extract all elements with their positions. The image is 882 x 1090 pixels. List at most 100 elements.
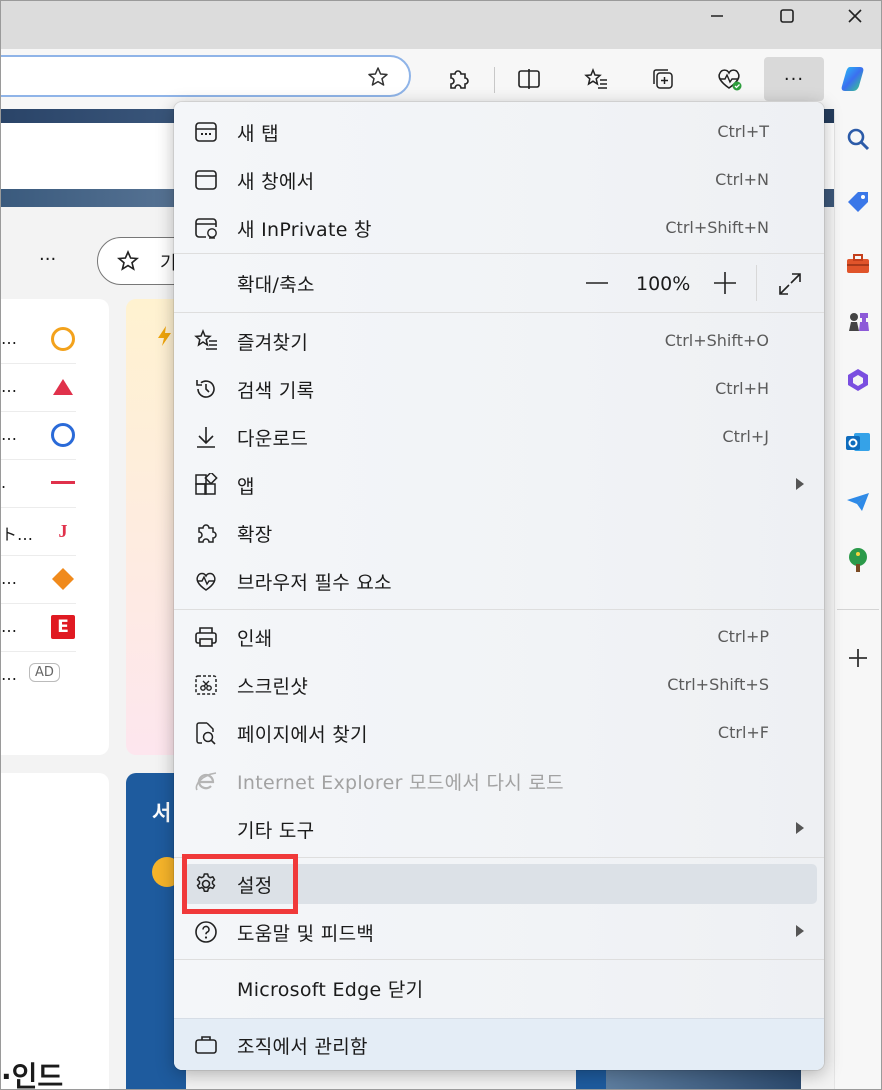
edge-sidebar <box>834 109 881 1089</box>
list-item[interactable]: … <box>1 555 76 604</box>
menu-item-find-on-page[interactable]: 페이지에서 찾기 Ctrl+F <box>174 709 824 757</box>
menu-item-screenshot[interactable]: 스크린샷 Ctrl+Shift+S <box>174 661 824 709</box>
menu-item-downloads[interactable]: 다운로드 Ctrl+J <box>174 413 824 461</box>
split-screen-button[interactable] <box>509 59 549 99</box>
toolbar-separator <box>494 67 495 93</box>
new-tab-icon <box>195 122 217 142</box>
sidebar-search[interactable] <box>845 126 871 152</box>
sidebar-games[interactable] <box>845 309 871 335</box>
menu-item-new-window[interactable]: 새 창에서 Ctrl+N <box>174 156 824 204</box>
browser-essentials-button[interactable] <box>709 59 749 99</box>
settings-and-more-button[interactable]: ··· <box>764 57 824 101</box>
zoom-in-button[interactable] <box>714 272 736 294</box>
menu-item-history[interactable]: 검색 기록 Ctrl+H <box>174 365 824 413</box>
maximize-icon <box>780 9 794 23</box>
browser-toolbar: ··· <box>1 49 881 109</box>
extensions-button[interactable] <box>438 59 478 99</box>
history-icon <box>196 380 215 398</box>
favorites-icon <box>194 329 217 350</box>
nav-more-button[interactable]: ··· <box>39 249 56 270</box>
sidebar-shopping[interactable] <box>845 189 871 215</box>
zoom-separator <box>756 265 757 301</box>
annotation-highlight-box <box>182 854 298 914</box>
sidebar-m365[interactable] <box>845 367 871 393</box>
sidebar-divider <box>837 609 879 610</box>
menu-divider <box>174 312 824 313</box>
list-item[interactable]: . <box>1 459 76 508</box>
menu-item-apps[interactable]: 앱 <box>174 461 824 509</box>
copilot-icon <box>841 67 864 91</box>
menu-item-help-feedback[interactable]: 도움말 및 피드백 <box>174 908 824 956</box>
zoom-out-button[interactable] <box>586 282 608 284</box>
new-window-icon <box>195 170 217 190</box>
menu-item-managed-by-org[interactable]: 조직에서 관리함 <box>174 1021 824 1069</box>
lightning-icon <box>158 326 171 346</box>
menu-item-favorites[interactable]: 즐겨찾기 Ctrl+Shift+O <box>174 317 824 365</box>
menu-item-print[interactable]: 인쇄 Ctrl+P <box>174 613 824 661</box>
close-icon <box>848 9 862 23</box>
menu-item-browser-essentials[interactable]: 브라우저 필수 요소 <box>174 557 824 605</box>
favorite-star-icon[interactable] <box>366 65 390 89</box>
help-icon <box>195 921 217 943</box>
ad-badge: AD <box>29 663 60 682</box>
briefcase-icon <box>195 1036 217 1054</box>
list-item[interactable]: … <box>1 411 76 460</box>
sidebar-tools[interactable] <box>845 251 871 277</box>
title-bar <box>1 1 881 49</box>
submenu-arrow-icon <box>796 478 804 490</box>
menu-item-extensions[interactable]: 확장 <box>174 509 824 557</box>
menu-item-close-edge[interactable]: Microsoft Edge 닫기 <box>174 964 824 1012</box>
favorites-icon <box>584 67 607 89</box>
list-item[interactable]: … <box>1 363 76 412</box>
article-card: ·인드 <box>1 773 109 1090</box>
menu-divider <box>174 253 824 254</box>
submenu-arrow-icon <box>796 925 804 937</box>
heartbeat-icon <box>718 69 742 91</box>
collections-button[interactable] <box>643 59 683 99</box>
sidebar-add[interactable] <box>845 645 871 671</box>
menu-item-more-tools[interactable]: 기타 도구 <box>174 805 824 853</box>
list-item[interactable]: … E <box>1 603 76 652</box>
brand-logo <box>51 327 75 351</box>
fullscreen-icon[interactable] <box>778 272 802 296</box>
brand-logo: E <box>51 615 75 639</box>
content-tile <box>576 1069 606 1089</box>
article-title-partial: ·인드 <box>1 1060 64 1090</box>
sidebar-send[interactable] <box>845 489 871 515</box>
find-icon <box>196 722 216 745</box>
maximize-button[interactable] <box>757 1 817 31</box>
sparkle-star-icon <box>116 249 140 271</box>
submenu-arrow-icon <box>796 822 804 834</box>
extensions-icon <box>198 524 217 543</box>
collections-icon <box>653 69 673 89</box>
minimize-button[interactable] <box>687 1 747 31</box>
brand-logo <box>51 423 75 447</box>
copilot-button[interactable] <box>836 59 876 99</box>
menu-item-new-tab[interactable]: 새 탭 Ctrl+T <box>174 108 824 156</box>
weather-title-partial: 서 <box>152 801 172 825</box>
minimize-icon <box>711 15 723 17</box>
chess-game-icon <box>849 313 869 331</box>
address-bar[interactable] <box>1 55 411 97</box>
apps-icon <box>195 473 218 495</box>
sidebar-outlook[interactable] <box>845 429 871 455</box>
search-icon <box>847 128 870 151</box>
menu-footer: 조직에서 관리함 <box>174 1018 824 1070</box>
zoom-level: 100% <box>636 273 691 295</box>
list-item[interactable]: ト… J <box>1 507 76 556</box>
menu-item-ie-mode: Internet Explorer 모드에서 다시 로드 <box>174 757 824 805</box>
list-item[interactable]: … <box>1 315 76 364</box>
brand-logo <box>51 481 75 484</box>
paper-plane-icon <box>847 493 869 511</box>
download-icon <box>197 427 215 448</box>
brand-logo <box>52 568 74 590</box>
list-item[interactable]: … AD <box>1 651 76 699</box>
tree-icon <box>849 548 867 572</box>
menu-item-inprivate[interactable]: 새 InPrivate 창 Ctrl+Shift+N <box>174 204 824 252</box>
favorites-button[interactable] <box>576 59 616 99</box>
sidebar-tree[interactable] <box>845 547 871 573</box>
outlook-icon <box>846 433 870 451</box>
close-button[interactable] <box>825 1 881 31</box>
print-icon <box>195 627 217 647</box>
screenshot-icon <box>195 675 217 695</box>
